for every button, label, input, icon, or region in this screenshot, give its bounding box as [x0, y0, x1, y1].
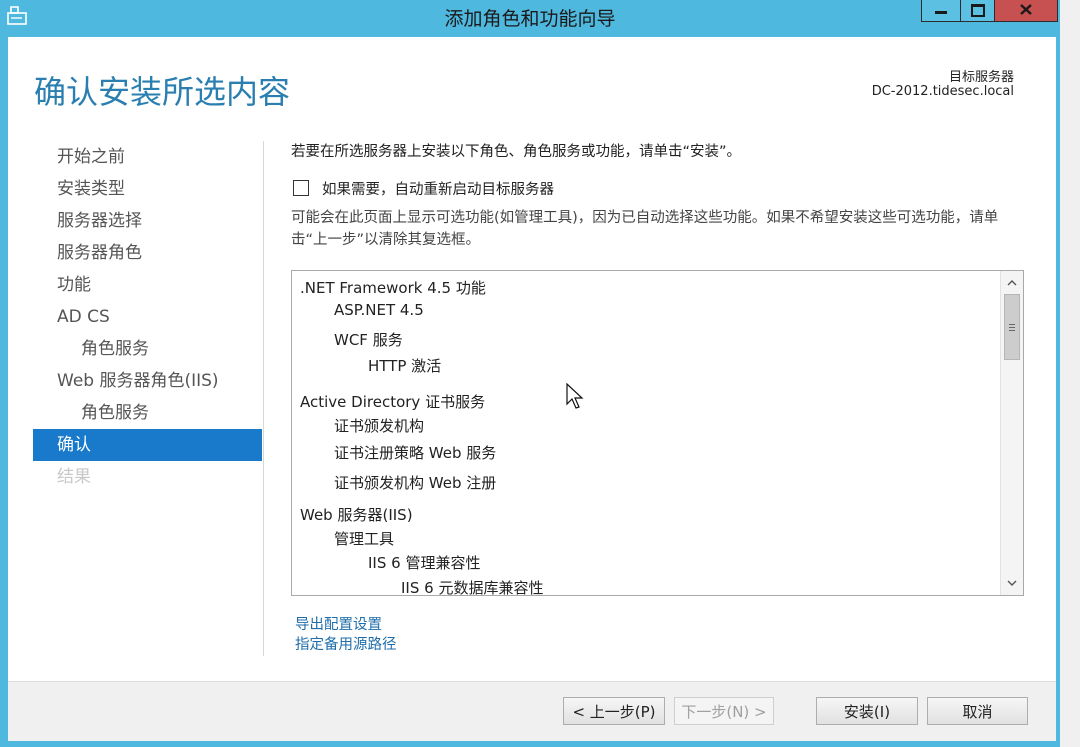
grip-line [1009, 324, 1015, 325]
window-title: 添加角色和功能向导 [444, 8, 616, 30]
list-item: Active Directory 证书服务 [300, 393, 486, 411]
nav-divider [263, 141, 264, 656]
nav-item-results: 结果 [57, 467, 91, 487]
optional-features-note: 可能会在此页面上显示可选功能(如管理工具)，因为已自动选择这些功能。如果不希望安… [291, 210, 999, 248]
list-item: WCF 服务 [334, 331, 403, 349]
chevron-up-icon [1007, 280, 1017, 286]
features-list-content: .NET Framework 4.5 功能 ASP.NET 4.5 WCF 服务… [292, 271, 998, 595]
scroll-thumb[interactable] [1004, 294, 1020, 360]
restart-checkbox-label[interactable]: 如果需要，自动重新启动目标服务器 [322, 178, 554, 199]
mouse-cursor-icon [566, 383, 584, 409]
page-title: 确认安装所选内容 [34, 73, 291, 111]
nav-item-confirmation[interactable]: 确认 [33, 429, 262, 461]
export-config-link[interactable]: 导出配置设置 [295, 615, 397, 635]
list-item: 管理工具 [334, 530, 395, 548]
nav-item-server-roles[interactable]: 服务器角色 [33, 237, 262, 269]
alternate-source-link[interactable]: 指定备用源路径 [295, 635, 397, 655]
list-item: .NET Framework 4.5 功能 [300, 279, 486, 297]
list-item: IIS 6 管理兼容性 [368, 554, 481, 572]
features-scrollbar[interactable] [1000, 271, 1023, 595]
scroll-down-button[interactable] [1003, 574, 1021, 592]
wizard-client-area: 确认安装所选内容 目标服务器 DC-2012.tidesec.local 开始之… [8, 37, 1056, 741]
list-item: ASP.NET 4.5 [334, 301, 424, 319]
list-item: 证书注册策略 Web 服务 [334, 444, 497, 462]
target-server-value: DC-2012.tidesec.local [871, 84, 1014, 99]
list-item: IIS 6 元数据库兼容性 [401, 579, 544, 595]
restart-checkbox[interactable] [293, 180, 309, 196]
close-button[interactable] [994, 0, 1058, 22]
nav-item-adcs-role-services[interactable]: 角色服务 [33, 333, 262, 365]
grip-line [1009, 327, 1015, 328]
grip-line [1009, 330, 1015, 331]
maximize-icon [971, 4, 985, 17]
next-button: 下一步(N) > [674, 697, 774, 725]
nav-item-before-you-begin[interactable]: 开始之前 [33, 141, 262, 173]
desktop-edge [1060, 0, 1080, 747]
list-item: 证书颁发机构 Web 注册 [334, 474, 497, 492]
nav-item-iis-role-services[interactable]: 角色服务 [33, 397, 262, 429]
close-icon [1020, 4, 1032, 15]
title-bar[interactable]: 添加角色和功能向导 [0, 0, 1060, 34]
target-server-label: 目标服务器 [948, 70, 1014, 85]
nav-item-features[interactable]: 功能 [33, 269, 262, 301]
nav-item-server-selection[interactable]: 服务器选择 [33, 205, 262, 237]
list-item: 证书颁发机构 [334, 417, 425, 435]
wizard-footer: < 上一步(P) 下一步(N) > 安装(I) 取消 [8, 681, 1056, 741]
selected-features-list[interactable]: .NET Framework 4.5 功能 ASP.NET 4.5 WCF 服务… [291, 270, 1024, 596]
minimize-icon [935, 11, 947, 14]
install-button[interactable]: 安装(I) [816, 697, 918, 725]
action-links: 导出配置设置 指定备用源路径 [295, 615, 397, 655]
minimize-button[interactable] [921, 0, 961, 22]
nav-item-web-server-role[interactable]: Web 服务器角色(IIS) [33, 365, 262, 397]
intro-text: 若要在所选服务器上安装以下角色、角色服务或功能，请单击“安装”。 [291, 144, 742, 160]
previous-button[interactable]: < 上一步(P) [563, 697, 665, 725]
list-item: HTTP 激活 [368, 357, 442, 375]
maximize-button[interactable] [960, 0, 995, 22]
wizard-nav: 开始之前 安装类型 服务器选择 服务器角色 功能 AD CS 角色服务 Web … [33, 141, 262, 493]
nav-item-ad-cs[interactable]: AD CS [33, 301, 262, 333]
list-item: Web 服务器(IIS) [300, 506, 413, 524]
scroll-up-button[interactable] [1003, 273, 1021, 291]
chevron-down-icon [1007, 580, 1017, 586]
cancel-button[interactable]: 取消 [927, 697, 1028, 725]
nav-item-installation-type[interactable]: 安装类型 [33, 173, 262, 205]
